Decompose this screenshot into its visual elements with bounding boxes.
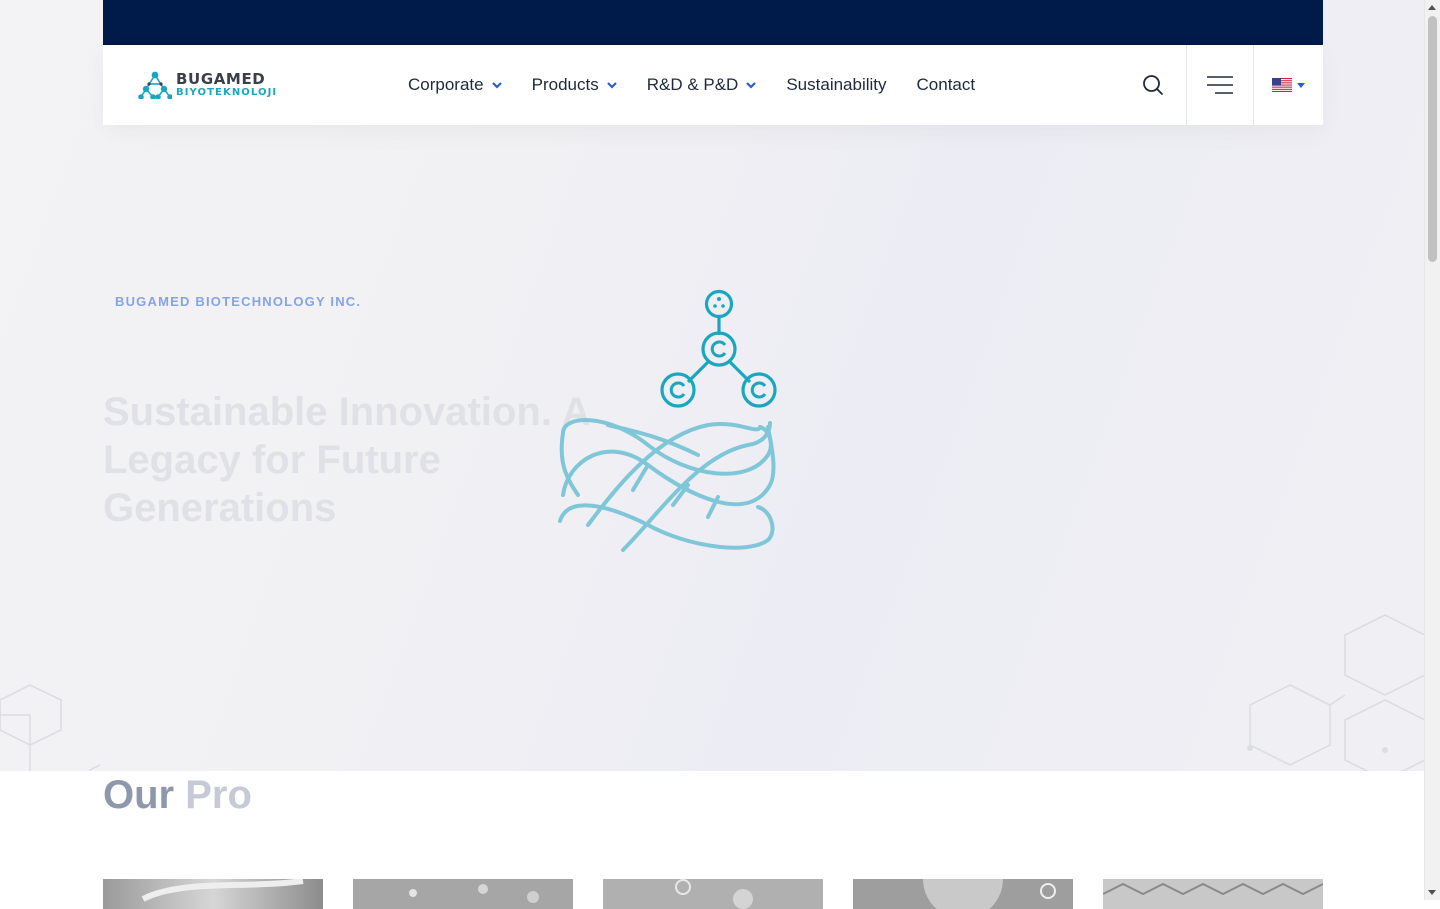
page-scrollbar[interactable]: [1424, 0, 1440, 900]
product-card-image: [853, 879, 1073, 909]
nav-item-label: Contact: [916, 75, 976, 94]
product-card[interactable]: [353, 879, 573, 909]
hero-title: Sustainable Innovation. A Legacy for Fut…: [103, 390, 589, 530]
us-flag-icon: [1272, 78, 1292, 92]
nav-item-label: R&D & P&D: [646, 75, 739, 94]
molecule-logo-icon: [138, 71, 172, 99]
chevron-down-icon: [606, 82, 617, 89]
search-icon: [1143, 75, 1163, 95]
dna-molecule-illustration: [558, 289, 777, 552]
product-card[interactable]: [1103, 879, 1323, 909]
menu-button[interactable]: [1186, 45, 1253, 125]
product-card[interactable]: [853, 879, 1073, 909]
heading-part-dark: Our: [103, 773, 186, 817]
nav-item-corporate[interactable]: Corporate: [408, 75, 502, 95]
chevron-down-icon: [491, 82, 502, 89]
search-button[interactable]: [1120, 45, 1186, 125]
nav-item-products[interactable]: Products: [532, 75, 617, 95]
brand-logo[interactable]: BUGAMED BIYOTEKNOLOJI: [138, 69, 278, 101]
product-card-image: [103, 879, 323, 909]
heading-part-light: Pro: [185, 773, 252, 817]
hero-eyebrow: BUGAMED BIOTECHNOLOGY INC.: [115, 294, 362, 309]
caret-down-icon: [1297, 82, 1305, 88]
nav-item-label: Products: [531, 75, 599, 94]
product-card-image: [603, 879, 823, 909]
nav-item-label: Sustainability: [786, 75, 887, 94]
nav-item-label: Corporate: [408, 75, 484, 94]
product-card[interactable]: [103, 879, 323, 909]
brand-name: BUGAMED: [176, 70, 266, 88]
scroll-down-arrow-icon[interactable]: [1428, 890, 1436, 895]
language-selector[interactable]: [1253, 45, 1323, 125]
hexagon-decoration-right: [1247, 614, 1425, 771]
product-card-image: [1103, 879, 1323, 909]
main-header: BUGAMED BIYOTEKNOLOJI Corporate Products…: [103, 45, 1323, 125]
primary-nav: Corporate Products R&D & P&D Sustainabil…: [408, 45, 1005, 125]
hamburger-menu-icon: [1207, 76, 1233, 94]
scrollbar-thumb[interactable]: [1428, 16, 1437, 262]
top-bar: [103, 0, 1323, 45]
hexagon-decoration-left: [0, 684, 100, 771]
scroll-up-arrow-icon[interactable]: [1428, 5, 1436, 10]
nav-item-contact[interactable]: Contact: [917, 75, 976, 95]
nav-item-sustainability[interactable]: Sustainability: [786, 75, 886, 95]
product-card[interactable]: [603, 879, 823, 909]
our-products-heading: Our Pro: [103, 770, 252, 820]
product-card-image: [353, 879, 573, 909]
chevron-down-icon: [746, 82, 757, 89]
nav-item-rd-pd[interactable]: R&D & P&D: [647, 75, 757, 95]
header-actions: [1120, 45, 1323, 125]
brand-subname: BIYOTEKNOLOJI: [176, 87, 278, 98]
